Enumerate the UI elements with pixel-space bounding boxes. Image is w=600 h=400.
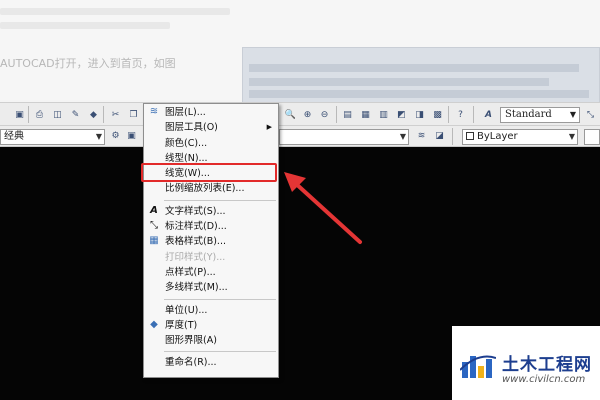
help-icon[interactable]: ? (453, 107, 468, 122)
cut-icon[interactable]: ✂ (108, 107, 123, 122)
arrow-shaft (292, 180, 362, 244)
toolbar-separator (336, 106, 337, 123)
workspace-dropdown[interactable]: 经典 ▼ (0, 129, 105, 145)
menu-item-plot-style: 打印样式(Y)... (165, 251, 226, 263)
publish-icon[interactable]: ✎ (68, 107, 83, 122)
zoom-realtime-icon[interactable]: 🔍 (283, 107, 298, 122)
dimension-style-icon[interactable]: ⤡ (583, 107, 598, 122)
menu-item-dimension-style[interactable]: ⤡ 标注样式(D)... (144, 219, 278, 234)
tool-palettes-icon[interactable]: ▥ (376, 107, 391, 122)
logo-url: www.civilcn.com (502, 374, 586, 385)
calculator-icon[interactable]: ▩ (430, 107, 445, 122)
workspace-value: 经典 (4, 131, 24, 142)
menu-item-layer[interactable]: ≋ 图层(L)... (144, 105, 278, 120)
menu-item-layer-tools[interactable]: 图层工具(O) ▶ (144, 120, 278, 135)
menu-item-rename[interactable]: 重命名(R)... (144, 355, 278, 370)
submenu-arrow-icon: ▶ (266, 123, 272, 132)
table-style-icon: ▦ (149, 235, 159, 247)
logo-name: 土木工程网 (502, 355, 592, 375)
color-value: ByLayer (477, 131, 518, 142)
menu-item-multiline-style[interactable]: 多线样式(M)... (144, 280, 278, 295)
menu-item-scale-list[interactable]: 比例缩放列表(E)... (144, 181, 278, 196)
menu-item-drawing-limits[interactable]: 图形界限(A) (144, 333, 278, 348)
dimension-style-icon: ⤡ (150, 220, 158, 232)
format-menu: ≋ 图层(L)... 图层工具(O) ▶ 颜色(C)... 线型(N)... 线宽(… (143, 103, 279, 378)
lineweight-highlight-box (141, 163, 277, 182)
thickness-icon: ◆ (150, 318, 158, 330)
menu-separator (164, 199, 276, 201)
toolbar-separator (103, 106, 104, 123)
layer-previous-icon[interactable]: ◪ (432, 128, 447, 143)
menu-item-units[interactable]: 单位(U)... (144, 303, 278, 318)
plot-icon[interactable]: ◆ (86, 107, 101, 122)
markup-icon[interactable]: ◨ (412, 107, 427, 122)
zoom-previous-icon[interactable]: ⊖ (317, 107, 332, 122)
chevron-down-icon: ▼ (399, 132, 406, 141)
linetype-dropdown[interactable] (584, 129, 600, 145)
standard-toolbar: ▣ ⎙ ◫ ✎ ◆ ✂ ❐ 🔍 ⊕ ⊖ ▤ ▦ ▥ ◩ ◨ ▩ ? A Stan… (0, 102, 600, 126)
thumbnail-toolbar (249, 78, 549, 86)
text-style-icon: A (150, 204, 158, 216)
print-icon[interactable]: ⎙ (32, 107, 47, 122)
workspace-settings-icon[interactable]: ⚙ (108, 128, 123, 143)
menu-item-text-style[interactable]: A 文字样式(S)... (144, 204, 278, 219)
text-style-value: Standard (505, 109, 552, 120)
article-intro-text: AUTOCAD打开，进入到首页，如图 (0, 57, 176, 70)
save-icon[interactable]: ▣ (12, 107, 27, 122)
layer-dropdown[interactable]: ▼ (279, 129, 409, 145)
copy-icon[interactable]: ❐ (126, 107, 141, 122)
zoom-window-icon[interactable]: ⊕ (300, 107, 315, 122)
toolbar-separator (452, 128, 453, 145)
text-style-dropdown[interactable]: Standard ▼ (500, 107, 580, 123)
menu-item-color[interactable]: 颜色(C)... (144, 136, 278, 151)
logo-mark-icon (460, 355, 496, 378)
menu-separator (164, 351, 276, 353)
annotation-arrow-icon (284, 172, 362, 244)
menu-item-point-style[interactable]: 点样式(P)... (144, 265, 278, 280)
thumbnail-toolbar (249, 90, 589, 98)
menu-item-thickness[interactable]: ◆ 厚度(T) (144, 318, 278, 333)
text-style-icon: A (485, 109, 492, 120)
toolbar-separator (473, 106, 474, 123)
layers-toolbar: 经典 ▼ ⚙ ▣ ▼ ≋ ◪ ByLayer ▼ (0, 126, 600, 147)
properties-icon[interactable]: ▤ (340, 107, 355, 122)
site-logo: 土木工程网 www.civilcn.com (452, 326, 600, 400)
chevron-down-icon: ▼ (568, 132, 575, 141)
color-dropdown[interactable]: ByLayer ▼ (462, 129, 578, 145)
chevron-down-icon: ▼ (95, 132, 102, 141)
background-screenshot-thumbnail (242, 47, 600, 103)
menu-item-table-style[interactable]: ▦ 表格样式(B)... (144, 234, 278, 249)
color-swatch (466, 132, 474, 140)
layers-icon: ≋ (149, 106, 159, 117)
make-current-layer-icon[interactable]: ≋ (414, 128, 429, 143)
sheet-set-icon[interactable]: ◩ (394, 107, 409, 122)
menu-separator (164, 298, 276, 300)
design-center-icon[interactable]: ▦ (358, 107, 373, 122)
preview-icon[interactable]: ◫ (50, 107, 65, 122)
thumbnail-toolbar (249, 64, 579, 72)
toolbar-separator (448, 106, 449, 123)
text-line (0, 22, 170, 29)
chevron-down-icon: ▼ (569, 110, 576, 119)
layer-state-icon[interactable]: ▣ (124, 128, 139, 143)
text-line (0, 8, 230, 15)
toolbar-separator (28, 106, 29, 123)
